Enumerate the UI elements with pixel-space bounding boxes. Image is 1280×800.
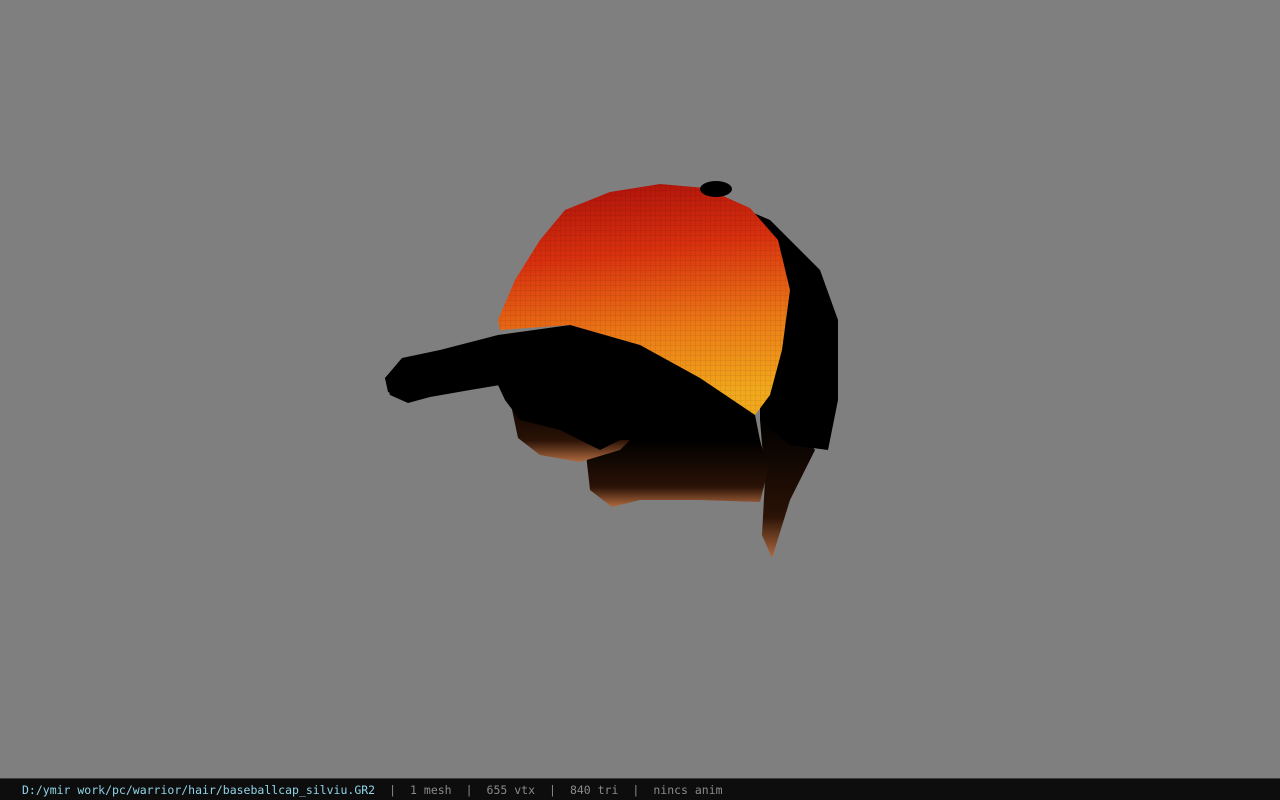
vertex-count: 655 vtx: [486, 782, 535, 797]
status-bar: D:/ymir work/pc/warrior/hair/baseballcap…: [0, 778, 1280, 800]
baseball-cap-model: [385, 181, 838, 558]
file-path: D:/ymir work/pc/warrior/hair/baseballcap…: [22, 782, 376, 797]
mesh-count: 1 mesh: [410, 782, 452, 797]
cap-visor: [385, 338, 505, 403]
triangle-count: 840 tri: [569, 782, 619, 797]
3d-viewport[interactable]: [0, 0, 1280, 778]
model-render[interactable]: [0, 0, 1280, 778]
separator: |: [465, 782, 473, 797]
separator: |: [632, 782, 640, 797]
animation-status: nincs anim: [653, 782, 723, 797]
cap-button: [700, 181, 732, 197]
separator: |: [549, 782, 556, 797]
separator: |: [389, 782, 397, 797]
